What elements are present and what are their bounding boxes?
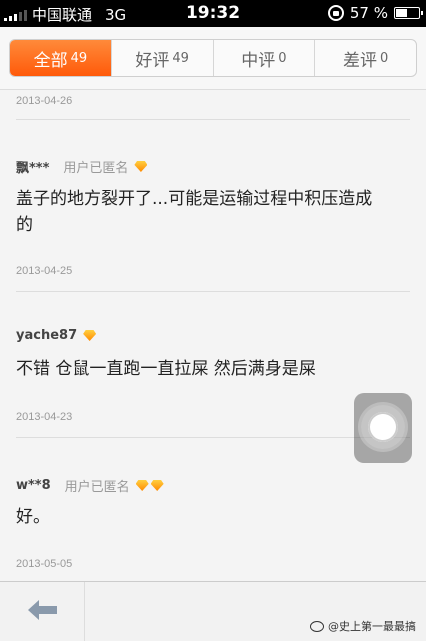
tab-label: 中评 — [241, 50, 276, 71]
divider — [16, 119, 410, 120]
battery-percent: 57 % — [349, 4, 388, 22]
review-text-line: 盖子的地方裂开了...可能是运输过程中积压造成 — [16, 189, 373, 209]
back-arrow-icon — [28, 600, 57, 620]
review-list[interactable]: 2013-04-26 飘*** 用户已匿名 盖子的地方裂开了...可能是运输过程… — [0, 90, 426, 580]
divider — [16, 291, 410, 292]
review-text-line: 好。 — [16, 507, 50, 527]
diamond-icon — [150, 480, 164, 491]
anonymous-label: 用户已匿名 — [63, 161, 129, 176]
tab-label: 全部 — [33, 50, 68, 71]
anonymous-label: 用户已匿名 — [64, 480, 130, 495]
tab-label: 差评 — [342, 50, 377, 71]
diamond-icon — [134, 161, 148, 172]
review-text: 好。 — [16, 504, 411, 530]
tab-count: 49 — [172, 50, 189, 66]
divider — [16, 437, 410, 438]
review-date: 2013-04-23 — [16, 411, 73, 423]
weibo-icon — [310, 620, 324, 632]
review-text: 不错 仓鼠一直跑一直拉屎 然后满身是屎 — [16, 356, 411, 382]
status-bar: 中国联通 3G 19:32 57 % — [0, 0, 426, 27]
bottom-toolbar: @史上第一最最搞 — [0, 581, 426, 641]
diamond-icon — [83, 330, 97, 341]
diamond-icon — [135, 480, 149, 491]
username: yache87 — [16, 328, 78, 343]
filter-header: 全部 49 好评 49 中评 0 差评 0 — [0, 27, 426, 90]
review-user: yache87 — [16, 328, 97, 343]
rotation-lock-icon — [327, 5, 344, 21]
watermark: @史上第一最最搞 — [310, 618, 416, 634]
review-text-line: 不错 仓鼠一直跑一直拉屎 然后满身是屎 — [16, 359, 316, 379]
username: 飘*** — [16, 161, 50, 176]
tab-count: 0 — [379, 50, 389, 66]
review-user: 飘*** 用户已匿名 — [16, 157, 148, 176]
assistive-dot-icon — [368, 412, 398, 442]
review-date: 2013-04-26 — [16, 95, 73, 107]
review-text-line: 的 — [16, 215, 33, 235]
tab-positive[interactable]: 好评 49 — [110, 40, 213, 76]
review-date: 2013-05-05 — [16, 558, 73, 570]
tab-count: 49 — [70, 50, 88, 66]
review-date: 2013-04-25 — [16, 265, 73, 277]
username: w**8 — [16, 478, 51, 493]
tab-count: 0 — [278, 50, 287, 66]
tab-all[interactable]: 全部 49 — [10, 40, 111, 76]
back-button[interactable] — [0, 582, 85, 641]
tab-negative[interactable]: 差评 0 — [314, 40, 416, 76]
review-text: 盖子的地方裂开了...可能是运输过程中积压造成 的 — [16, 186, 411, 238]
review-user: w**8 用户已匿名 — [16, 476, 164, 495]
tab-neutral[interactable]: 中评 0 — [212, 40, 315, 76]
tab-label: 好评 — [135, 50, 170, 71]
watermark-text: @史上第一最最搞 — [328, 620, 416, 633]
battery-icon — [394, 7, 423, 19]
assistive-touch-button[interactable] — [354, 393, 412, 463]
review-filter-tabs: 全部 49 好评 49 中评 0 差评 0 — [9, 39, 417, 77]
status-right: 57 % — [327, 4, 423, 22]
